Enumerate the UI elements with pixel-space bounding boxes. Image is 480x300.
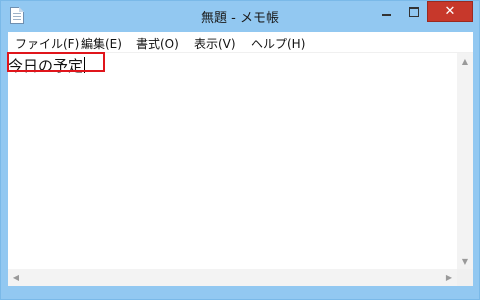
horizontal-scrollbar[interactable]: ◀ ▶ [8,269,457,286]
menu-view[interactable]: 表示(V) [194,35,236,52]
maximize-icon [408,6,419,17]
window-bottom-border [1,286,479,299]
menu-bar: ファイル(F) 編集(E) 書式(O) 表示(V) ヘルプ(H) [8,32,473,53]
notepad-window: 無題 - メモ帳 ✕ ファイル(F) 編集(E) 書式(O) 表示(V) ヘルプ… [0,0,480,300]
menu-format[interactable]: 書式(O) [136,35,179,52]
close-button[interactable]: ✕ [427,1,473,22]
minimize-icon [382,13,391,16]
menu-file[interactable]: ファイル(F) [15,35,79,52]
menu-edit[interactable]: 編集(E) [81,35,122,52]
maximize-button[interactable] [400,1,427,22]
close-icon: ✕ [444,4,456,19]
vertical-scrollbar[interactable]: ▲ ▼ [457,53,473,269]
scroll-left-arrow-icon[interactable]: ◀ [8,269,24,286]
minimize-button[interactable] [373,1,400,22]
resize-grip[interactable] [457,269,473,286]
scroll-up-arrow-icon[interactable]: ▲ [457,53,473,69]
text-editor-area[interactable] [8,53,457,286]
scroll-right-arrow-icon[interactable]: ▶ [441,269,457,286]
title-bar[interactable]: 無題 - メモ帳 ✕ [1,1,479,31]
text-highlight-box [7,52,105,72]
scroll-down-arrow-icon[interactable]: ▼ [457,253,473,269]
menu-help[interactable]: ヘルプ(H) [251,35,305,52]
